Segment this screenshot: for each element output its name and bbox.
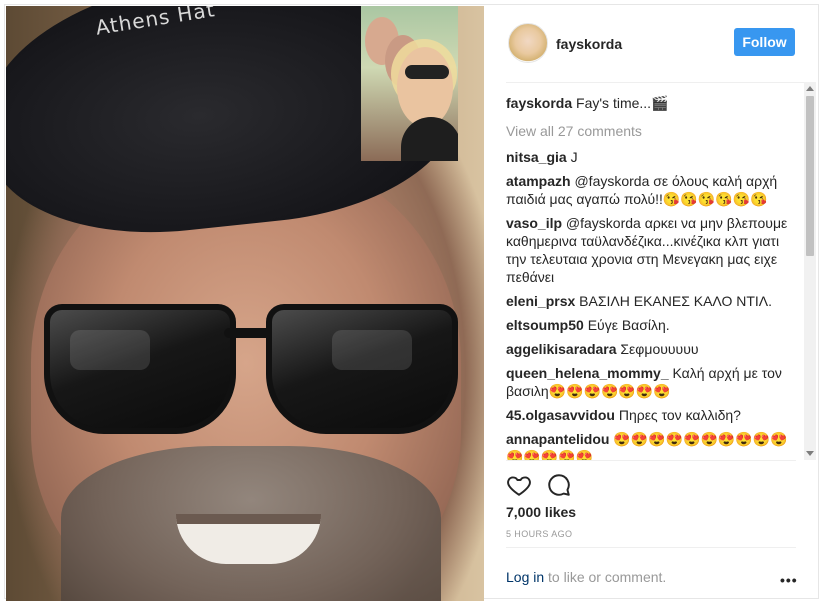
caption-username[interactable]: fayskorda bbox=[506, 95, 572, 111]
sunglasses bbox=[36, 294, 458, 434]
author-username[interactable]: fayskorda bbox=[556, 36, 622, 52]
comment: annapantelidou 😍😍😍😍😍😍😍😍😍😍😍😍😍😍😍 bbox=[506, 430, 796, 460]
likes-count[interactable]: 7,000 likes bbox=[506, 504, 576, 520]
comment: eleni_prsx ΒΑΣΙΛΗ ΕΚΑΝΕΣ ΚΑΛΟ ΝΤΙΛ. bbox=[506, 292, 796, 310]
video-call-inset bbox=[361, 6, 458, 161]
cap-text: Athens Hat bbox=[93, 6, 217, 40]
comment-text: J bbox=[570, 149, 578, 165]
heart-icon[interactable] bbox=[506, 472, 532, 498]
comment: nitsa_gia J bbox=[506, 148, 796, 166]
comment-username[interactable]: eltsoump50 bbox=[506, 317, 584, 333]
caption: fayskorda Fay's time...🎬 bbox=[506, 94, 796, 112]
caption-text: Fay's time...🎬 bbox=[576, 95, 669, 111]
avatar[interactable] bbox=[508, 23, 548, 63]
comment-text: Σεφμουυυυυ bbox=[620, 341, 699, 357]
login-prompt: Log in to like or comment. bbox=[506, 569, 666, 585]
comment-username[interactable]: atampazh bbox=[506, 173, 571, 189]
follow-button[interactable]: Follow bbox=[734, 28, 795, 56]
comment-username[interactable]: annapantelidou bbox=[506, 431, 609, 447]
right-lens bbox=[266, 304, 458, 434]
comment-username[interactable]: eleni_prsx bbox=[506, 293, 575, 309]
login-link[interactable]: Log in bbox=[506, 569, 544, 585]
comment-username[interactable]: nitsa_gia bbox=[506, 149, 567, 165]
post-photo[interactable]: Athens Hat bbox=[6, 6, 484, 601]
comment-text: Πηρες τον καλλιδη? bbox=[618, 407, 741, 423]
comment: eltsoump50 Εύγε Βασίλη. bbox=[506, 316, 796, 334]
comments-list: fayskorda Fay's time...🎬 View all 27 com… bbox=[506, 94, 796, 460]
scroll-down-icon[interactable] bbox=[806, 451, 814, 456]
comment: atampazh @fayskorda σε όλους καλή αρχή π… bbox=[506, 172, 796, 208]
scrollbar-thumb[interactable] bbox=[806, 96, 814, 256]
comment: aggelikisaradara Σεφμουυυυυ bbox=[506, 340, 796, 358]
comment-text: Εύγε Βασίλη. bbox=[587, 317, 670, 333]
comment: vaso_ilp @fayskorda αρκει να μην βλεπουμ… bbox=[506, 214, 796, 286]
comments-scrollbar[interactable] bbox=[804, 82, 816, 460]
comment-username[interactable]: 45.olgasavvidou bbox=[506, 407, 615, 423]
more-options-icon[interactable]: ••• bbox=[780, 572, 798, 588]
comment-username[interactable]: vaso_ilp bbox=[506, 215, 562, 231]
left-lens bbox=[44, 304, 236, 434]
scroll-up-icon[interactable] bbox=[806, 86, 814, 91]
comment-username[interactable]: aggelikisaradara bbox=[506, 341, 617, 357]
post-header: fayskorda Follow bbox=[506, 6, 816, 83]
divider bbox=[506, 547, 796, 548]
login-prompt-text: to like or comment. bbox=[544, 569, 667, 585]
comment: 45.olgasavvidou Πηρες τον καλλιδη? bbox=[506, 406, 796, 424]
divider bbox=[506, 460, 796, 461]
post-timestamp[interactable]: 5 HOURS AGO bbox=[506, 529, 572, 539]
comment: queen_helena_mommy_ Καλή αρχή με τον βασ… bbox=[506, 364, 796, 400]
comment-username[interactable]: queen_helena_mommy_ bbox=[506, 365, 669, 381]
view-all-comments-link[interactable]: View all 27 comments bbox=[506, 122, 796, 140]
comment-text: ΒΑΣΙΛΗ ΕΚΑΝΕΣ ΚΑΛΟ ΝΤΙΛ. bbox=[579, 293, 773, 309]
post-side-panel: fayskorda Follow fayskorda Fay's time...… bbox=[484, 6, 819, 601]
comment-icon[interactable] bbox=[546, 472, 572, 498]
